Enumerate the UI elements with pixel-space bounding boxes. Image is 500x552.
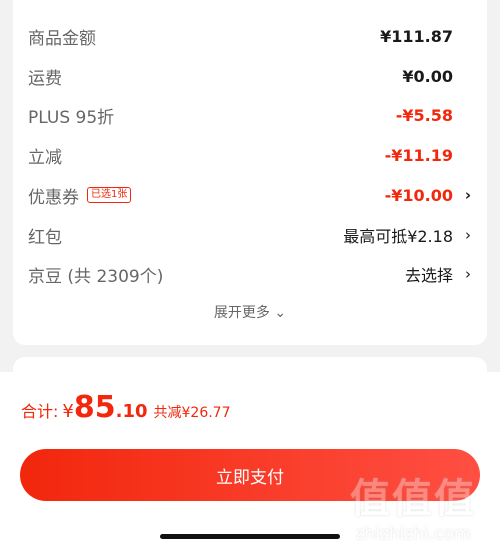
- price-summary-card: 商品金额 ¥111.87 运费 ¥0.00 PLUS 95折 -¥5.58 立减…: [13, 0, 487, 345]
- coupon-label-group: 优惠券 已选1张: [28, 183, 132, 208]
- shipping-text: ¥0.00: [402, 66, 453, 86]
- row-red-packet[interactable]: 红包 最高可抵¥2.18 ›: [28, 215, 471, 255]
- jd-beans-value: 去选择 ›: [405, 262, 471, 286]
- row-coupon[interactable]: 优惠券 已选1张 -¥10.00 ›: [28, 175, 471, 215]
- chevron-right-icon[interactable]: ›: [453, 226, 471, 244]
- chevron-right-icon[interactable]: ›: [453, 265, 471, 283]
- goods-amount-label: 商品金额: [28, 28, 96, 49]
- watermark-url: zhizhizhi.com: [355, 524, 471, 544]
- shipping-label: 运费: [28, 68, 62, 89]
- total-integer: 85: [73, 390, 116, 425]
- plus-discount-label: PLUS 95折: [28, 107, 115, 128]
- jd-beans-label: 京豆 (共 2309个): [28, 266, 164, 287]
- goods-amount-text: ¥111.87: [380, 26, 453, 46]
- total-label: 合计:: [21, 402, 59, 421]
- expand-more-label: 展开更多: [213, 305, 270, 321]
- total-amount: 合计: ¥ 85 .10 共减¥26.77: [21, 390, 231, 425]
- instant-discount-label: 立减: [28, 147, 62, 168]
- watermark-logo: 值值值: [350, 476, 476, 522]
- shipping-value: ¥0.00: [402, 67, 471, 86]
- total-decimal: .10: [115, 401, 148, 422]
- row-instant-discount: 立减 -¥11.19: [28, 135, 471, 175]
- row-shipping: 运费 ¥0.00: [28, 56, 471, 96]
- coupon-label: 优惠券: [28, 187, 79, 208]
- red-packet-value: 最高可抵¥2.18 ›: [343, 223, 471, 247]
- goods-amount-value: ¥111.87: [380, 27, 471, 46]
- red-packet-text: 最高可抵¥2.18: [343, 227, 453, 246]
- coupon-selected-badge: 已选1张: [87, 187, 132, 203]
- instant-discount-text: -¥11.19: [384, 145, 453, 165]
- total-saved: 共减¥26.77: [153, 405, 231, 421]
- coupon-value: -¥10.00 ›: [385, 186, 471, 205]
- pay-now-label: 立即支付: [216, 467, 284, 488]
- row-plus-discount: PLUS 95折 -¥5.58: [28, 95, 471, 135]
- plus-discount-text: -¥5.58: [395, 105, 453, 125]
- jd-beans-text: 去选择: [404, 266, 453, 285]
- instant-discount-value: -¥11.19: [385, 146, 471, 165]
- chevron-down-icon: ⌄: [274, 305, 287, 321]
- home-indicator: [160, 534, 340, 539]
- watermark: 值值值 zhizhizhi.com: [338, 466, 488, 546]
- row-goods-amount: 商品金额 ¥111.87: [28, 16, 471, 56]
- checkout-bar: 合计: ¥ 85 .10 共减¥26.77 立即支付 值值值 zhizhizhi…: [0, 372, 500, 552]
- chevron-right-icon[interactable]: ›: [453, 186, 471, 204]
- coupon-text: -¥10.00: [384, 185, 453, 205]
- red-packet-label: 红包: [28, 227, 62, 248]
- plus-discount-value: -¥5.58: [396, 106, 471, 125]
- row-jd-beans[interactable]: 京豆 (共 2309个) 去选择 ›: [28, 254, 471, 294]
- expand-more-button[interactable]: 展开更多 ⌄: [13, 302, 487, 322]
- currency-symbol: ¥: [62, 401, 74, 422]
